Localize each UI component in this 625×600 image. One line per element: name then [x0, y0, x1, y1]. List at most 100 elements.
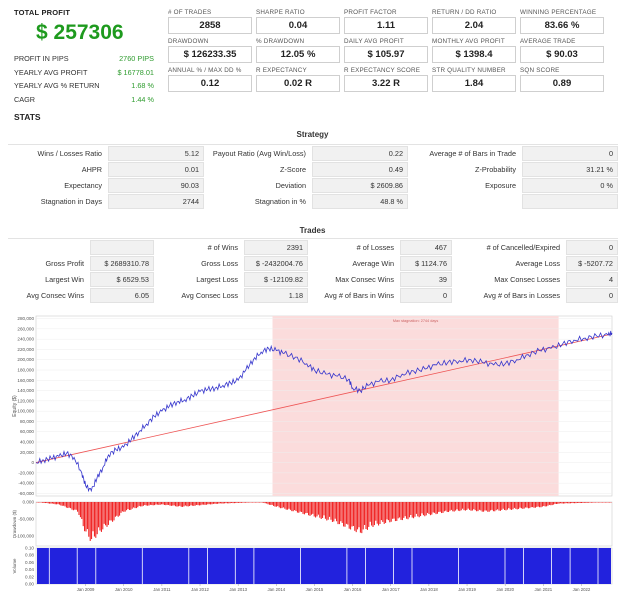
strategy-cell-value: 2744: [108, 193, 204, 209]
strategy-cell-label: Average # of Bars in Trade: [429, 148, 516, 158]
strategy-cell-label: Stagnation in Days: [40, 196, 102, 206]
metric-label: SQN SCORE: [520, 67, 560, 74]
metric-value: 1.11: [344, 17, 428, 34]
strategy-cell-label: AHPR: [81, 164, 102, 174]
strategy-cell-value: 0 %: [522, 177, 618, 193]
trades-row: Largest Win $ 6529.53 Largest Loss $ -12109…: [8, 271, 618, 287]
x-tick-label: Jan 2016: [344, 587, 362, 592]
trades-cell-label: Avg # of Bars in Wins: [324, 290, 394, 300]
summary-row-label: CAGR: [14, 94, 36, 104]
x-tick-label: Jan 2014: [267, 587, 285, 592]
strategy-row: Wins / Losses Ratio 5.12 Payout Ratio (Avg…: [8, 145, 618, 161]
volume-tick-label: 0.08: [25, 553, 34, 558]
metric-label: RETURN / DD RATIO: [432, 9, 497, 16]
trades-cell-label: Max Consec Losses: [494, 274, 560, 284]
trades-cell-value: 4: [566, 271, 618, 287]
strategy-cell-value: 48.8 %: [312, 193, 408, 209]
summary-row: CAGR 1.44 %: [14, 93, 154, 107]
summary-row: YEARLY AVG PROFIT $ 16778.01: [14, 66, 154, 80]
strategy-cell-value: 5.12: [108, 145, 204, 161]
strategy-cell-label: Payout Ratio (Avg Win/Loss): [212, 148, 306, 158]
equity-tick-label: 120,000: [17, 398, 34, 403]
metric-label: WINNING PERCENTAGE: [520, 9, 597, 16]
equity-tick-label: 140,000: [17, 388, 34, 393]
strategy-row: Stagnation in Days 2744 Stagnation in % 48.…: [8, 193, 618, 209]
x-tick-label: Jan 2009: [77, 587, 95, 592]
metric-card: AVERAGE TRADE $ 90.03: [520, 37, 606, 63]
trades-cell-label: # of Losses: [356, 242, 394, 252]
metrics-grid: # OF TRADES 2858 SHARPE RATIO 0.04 PROFIT FA…: [168, 8, 606, 92]
volume-tick-label: 0.06: [25, 560, 34, 565]
trades-cell-value: 39: [400, 271, 452, 287]
trades-cell-label: Largest Loss: [196, 274, 238, 284]
strategy-cell-label: Z-Probability: [475, 164, 516, 174]
metric-card: R EXPECTANCY SCORE 3.22 R: [344, 66, 430, 92]
trades-cell-value: $ -12109.82: [244, 271, 308, 287]
summary-row: PROFIT IN PIPS 2760 PIPS: [14, 52, 154, 66]
metric-label: SHARPE RATIO: [256, 9, 305, 16]
metric-label: AVERAGE TRADE: [520, 38, 576, 45]
trades-title: Trades: [299, 226, 326, 235]
strategy-cell-value: [522, 193, 618, 209]
x-tick-label: Jan 2019: [458, 587, 476, 592]
summary-row-value: 1.44 %: [131, 94, 154, 104]
metric-value: 1.84: [432, 75, 516, 92]
metric-value: 2858: [168, 17, 252, 34]
strategy-cell-label: Z-Score: [280, 164, 306, 174]
metric-value: $ 90.03: [520, 46, 604, 63]
trades-cell-value: $ -5207.72: [566, 255, 618, 271]
equity-tick-label: 0: [31, 460, 34, 465]
equity-tick-label: -20,000: [18, 470, 34, 475]
trades-cell-value: 467: [400, 239, 452, 255]
trades-cell-value: 6.05: [90, 287, 154, 303]
drawdown-tick-label: -50,000: [18, 516, 34, 521]
equity-tick-label: 180,000: [17, 368, 34, 373]
trades-row: Avg Consec Wins 6.05 Avg Consec Loss 1.18 Av…: [8, 287, 618, 303]
x-tick-label: Jan 2021: [534, 587, 552, 592]
equity-chart-svg: Max stagnation: 2744 days 280,000 260,000 2…: [12, 315, 613, 592]
metric-value: $ 1398.4: [432, 46, 516, 63]
strategy-cell-value: 31.21 %: [522, 161, 618, 177]
x-tick-label: Jan 2011: [153, 587, 171, 592]
metric-label: STR QUALITY NUMBER: [432, 67, 506, 74]
metric-card: DRAWDOWN $ 126233.35: [168, 37, 254, 63]
metric-value: 3.22 R: [344, 75, 428, 92]
drawdown-tick-label: -100,000: [16, 533, 35, 538]
equity-tick-label: 80,000: [20, 419, 34, 424]
volume-tick-label: 0.00: [25, 582, 34, 587]
metric-value: 12.05 %: [256, 46, 340, 63]
x-tick-label: Jan 2013: [229, 587, 247, 592]
metric-value: 0.04: [256, 17, 340, 34]
x-tick-label: Jan 2018: [420, 587, 438, 592]
total-profit-label: TOTAL PROFIT: [14, 8, 71, 17]
trades-cell-label: Max Consec Wins: [335, 274, 394, 284]
trades-table: # of Wins 2391 # of Losses 467 # of Cancelle…: [8, 238, 618, 303]
metric-label: R EXPECTANCY SCORE: [344, 67, 421, 74]
equity-tick-label: 200,000: [17, 357, 34, 362]
strategy-cell-label: Expectancy: [64, 180, 102, 190]
equity-tick-label: 100,000: [17, 409, 34, 414]
metric-value: 0.89: [520, 75, 604, 92]
metric-card: WINNING PERCENTAGE 83.66 %: [520, 8, 606, 34]
metric-value: 83.66 %: [520, 17, 604, 34]
metric-label: DRAWDOWN: [168, 38, 209, 45]
volume-tick-label: 0.10: [25, 546, 34, 551]
volume-bars: [37, 548, 611, 584]
equity-tick-label: 260,000: [17, 326, 34, 331]
trades-cell-label: Gross Profit: [45, 258, 84, 268]
drawdown-tick-label: 0.000: [23, 500, 35, 505]
metric-label: PROFIT FACTOR: [344, 9, 397, 16]
strategy-cell-label: Deviation: [275, 180, 306, 190]
equity-tick-label: -40,000: [18, 481, 34, 486]
strategy-cell-value: 0: [522, 145, 618, 161]
strategy-row: AHPR 0.01 Z-Score 0.49 Z-Probability 31.21 %: [8, 161, 618, 177]
metric-card: MONTHLY AVG PROFIT $ 1398.4: [432, 37, 518, 63]
trades-cell-label: # of Cancelled/Expired: [486, 242, 560, 252]
summary-row-value: $ 16778.01: [117, 67, 154, 77]
summary-row-label: YEARLY AVG % RETURN: [14, 81, 100, 90]
strategy-cell-label: Stagnation in %: [254, 196, 306, 206]
trades-row: Gross Profit $ 2689310.78 Gross Loss $ -243…: [8, 255, 618, 271]
stats-title: STATS: [14, 112, 41, 122]
summary-row-value: 2760 PIPS: [119, 54, 154, 63]
strategy-cell-value: 0.22: [312, 145, 408, 161]
